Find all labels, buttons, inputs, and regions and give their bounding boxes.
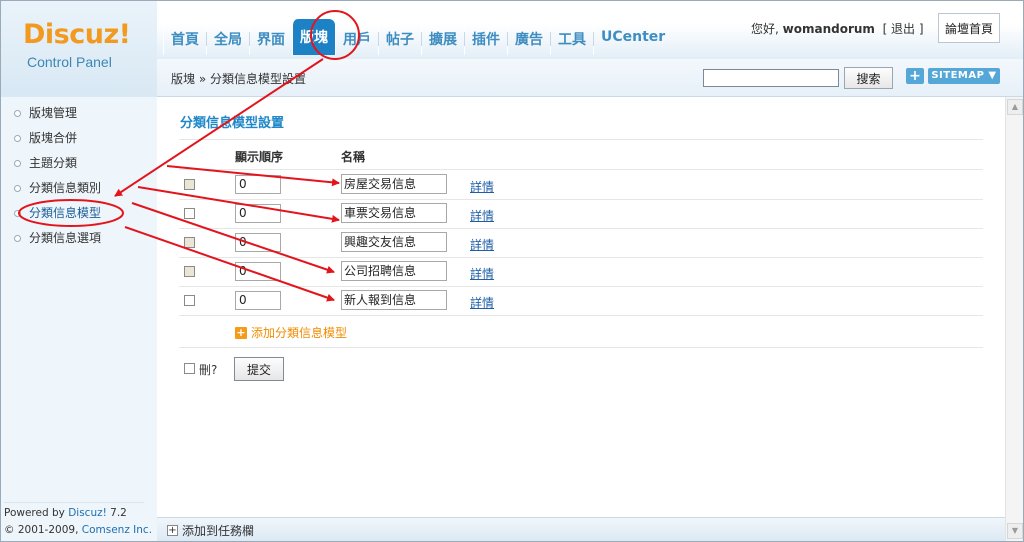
delete-label: 刪? — [199, 363, 218, 377]
sidebar-item-info-options[interactable]: 分類信息選項 — [1, 230, 157, 255]
sidebar-item-label: 分類信息模型 — [29, 206, 102, 220]
search-button[interactable]: 搜索 — [844, 67, 893, 89]
tab-global[interactable]: 全局 — [206, 23, 249, 55]
top-nav: 首頁 全局 界面 版塊 用戶 帖子 擴展 插件 廣告 工具 UCenter 您好… — [157, 1, 1023, 59]
detail-link[interactable]: 詳情 — [470, 236, 494, 253]
divider — [4, 502, 144, 503]
scroll-up-icon[interactable]: ▲ — [1007, 99, 1023, 115]
sidebar-item-forum-merge[interactable]: 版塊合併 — [1, 130, 157, 155]
sidebar-item-label: 主題分類 — [29, 156, 78, 170]
logout-link[interactable]: [ 退出 ] — [883, 22, 924, 36]
add-shortcut-icon[interactable]: + — [906, 68, 924, 84]
page-title: 分類信息模型設置 — [180, 116, 285, 131]
greeting: 您好, — [751, 22, 783, 36]
company-link[interactable]: Comsenz Inc. — [82, 524, 152, 536]
tab-home[interactable]: 首頁 — [163, 23, 206, 55]
row-checkbox — [184, 237, 195, 248]
display-order-input[interactable]: 0 — [235, 233, 281, 252]
tab-users[interactable]: 用戶 — [335, 23, 378, 55]
sidebar-item-forum-manage[interactable]: 版塊管理 — [1, 105, 157, 130]
divider — [179, 139, 983, 140]
sidebar-item-info-categories[interactable]: 分類信息類別 — [1, 180, 157, 205]
scroll-down-icon[interactable]: ▼ — [1007, 523, 1023, 539]
tab-posts[interactable]: 帖子 — [378, 23, 421, 55]
powered-by: Powered by Discuz! 7.2 © 2001-2009, Coms… — [4, 505, 152, 539]
powered-version: 7.2 — [106, 507, 127, 519]
bottom-bar: + 添加到任務欄 — [157, 517, 1005, 541]
add-to-taskbar-label: 添加到任務欄 — [182, 524, 255, 538]
row-checkbox — [184, 179, 195, 190]
sidebar-item-label: 分類信息類別 — [29, 181, 102, 195]
logo-brand: Discuz! — [23, 19, 131, 50]
sidebar-item-label: 版塊合併 — [29, 131, 78, 145]
tab-ads[interactable]: 廣告 — [507, 23, 550, 55]
forum-home-button[interactable]: 論壇首頁 — [938, 13, 1000, 43]
bullet-icon — [14, 135, 21, 142]
sidebar-item-label: 分類信息選項 — [29, 231, 102, 245]
bullet-icon — [14, 235, 21, 242]
sidebar-item-thread-types[interactable]: 主題分類 — [1, 155, 157, 180]
display-order-input[interactable]: 0 — [235, 175, 281, 194]
sidebar: 版塊管理 版塊合併 主題分類 分類信息類別 分類信息模型 分類信息選項 Powe… — [1, 97, 157, 541]
model-name-input[interactable]: 車票交易信息 — [341, 203, 447, 223]
tab-ucenter[interactable]: UCenter — [593, 23, 672, 55]
delete-checkbox[interactable] — [184, 363, 195, 374]
column-header-name: 名稱 — [341, 150, 366, 164]
powered-brand-link[interactable]: Discuz! — [68, 507, 107, 519]
username: womandorum — [782, 22, 875, 36]
bullet-icon — [14, 110, 21, 117]
tab-extensions[interactable]: 擴展 — [421, 23, 464, 55]
detail-link[interactable]: 詳情 — [470, 294, 494, 311]
logo[interactable]: Discuz! Control Panel — [1, 1, 157, 97]
detail-link[interactable]: 詳情 — [470, 207, 494, 224]
bullet-icon — [14, 210, 21, 217]
breadcrumb: 版塊 » 分類信息模型設置 — [171, 72, 306, 86]
bullet-icon — [14, 185, 21, 192]
model-name-input[interactable]: 房屋交易信息 — [341, 174, 447, 194]
row-checkbox[interactable] — [184, 295, 195, 306]
divider — [179, 347, 983, 348]
submit-button[interactable]: 提交 — [234, 357, 284, 381]
copyright-prefix: © 2001-2009, — [4, 524, 82, 536]
plus-icon: + — [235, 325, 247, 339]
tab-plugins[interactable]: 插件 — [464, 23, 507, 55]
user-info: 您好, womandorum [ 退出 ] — [751, 20, 924, 37]
sidebar-item-label: 版塊管理 — [29, 106, 78, 120]
table-row: 0 新人報到信息 詳情 — [179, 286, 983, 315]
main-content: 分類信息模型設置 顯示順序 名稱 0 房屋交易信息 詳情 0 車票交易信息 詳情… — [157, 97, 1005, 517]
model-name-input[interactable]: 新人報到信息 — [341, 290, 447, 310]
display-order-input[interactable]: 0 — [235, 291, 281, 310]
toolbar: 版塊 » 分類信息模型設置 搜索 + SITEMAP ▼ — [157, 59, 1023, 97]
column-header-order: 顯示順序 — [235, 150, 284, 164]
plus-box-icon: + — [167, 525, 178, 536]
table-row: 0 車票交易信息 詳情 — [179, 199, 983, 228]
sidebar-item-info-models[interactable]: 分類信息模型 — [1, 205, 157, 230]
divider — [179, 315, 983, 316]
tab-tools[interactable]: 工具 — [550, 23, 593, 55]
add-to-taskbar-link[interactable]: + 添加到任務欄 — [167, 522, 254, 539]
add-model-link[interactable]: + 添加分類信息模型 — [235, 324, 347, 341]
tab-forums[interactable]: 版塊 — [292, 19, 335, 55]
header: Discuz! Control Panel 首頁 全局 界面 版塊 用戶 帖子 … — [1, 1, 1023, 97]
bullet-icon — [14, 160, 21, 167]
table-row: 0 房屋交易信息 詳情 — [179, 170, 983, 199]
row-checkbox[interactable] — [184, 208, 195, 219]
model-name-input[interactable]: 興趣交友信息 — [341, 232, 447, 252]
logo-subtitle: Control Panel — [27, 54, 112, 70]
detail-link[interactable]: 詳情 — [470, 265, 494, 282]
vertical-scrollbar[interactable]: ▲ ▼ — [1005, 97, 1023, 541]
model-name-input[interactable]: 公司招聘信息 — [341, 261, 447, 281]
display-order-input[interactable]: 0 — [235, 204, 281, 223]
sitemap-button[interactable]: SITEMAP ▼ — [928, 68, 1000, 84]
tab-interface[interactable]: 界面 — [249, 23, 292, 55]
table-row: 0 公司招聘信息 詳情 — [179, 257, 983, 286]
row-checkbox — [184, 266, 195, 277]
display-order-input[interactable]: 0 — [235, 262, 281, 281]
table-row: 0 興趣交友信息 詳情 — [179, 228, 983, 257]
powered-prefix: Powered by — [4, 507, 69, 519]
search-input[interactable] — [703, 69, 839, 87]
detail-link[interactable]: 詳情 — [470, 178, 494, 195]
add-model-label: 添加分類信息模型 — [251, 326, 348, 340]
